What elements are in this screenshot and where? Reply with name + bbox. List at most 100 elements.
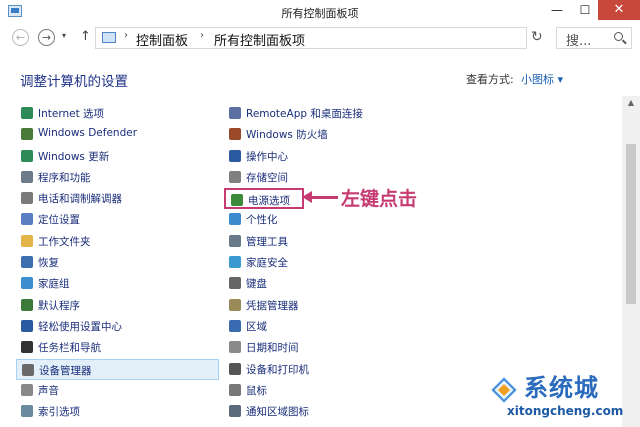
recent-locations-dropdown[interactable]: ▾ bbox=[62, 31, 66, 40]
refresh-button[interactable]: ↻ bbox=[531, 29, 543, 45]
control-panel-item[interactable]: 键盘 bbox=[224, 273, 474, 294]
admin-tools-icon bbox=[229, 234, 241, 247]
control-panel-item[interactable]: 设备管理器 bbox=[16, 358, 219, 380]
control-panel-item[interactable]: 默认程序 bbox=[16, 295, 219, 316]
region-icon bbox=[229, 319, 241, 332]
watermark-text: 系统城 bbox=[524, 374, 599, 402]
search-input[interactable]: 搜... bbox=[566, 30, 591, 49]
view-by-dropdown[interactable]: 小图标 ▾ bbox=[521, 71, 563, 87]
minimize-button[interactable]: — bbox=[543, 0, 571, 20]
control-panel-item-label: 设备管理器 bbox=[39, 364, 92, 377]
control-panel-icon bbox=[102, 32, 116, 43]
close-button[interactable]: ✕ bbox=[598, 0, 640, 20]
control-panel-item-label: 个性化 bbox=[246, 214, 278, 227]
items-column-right: RemoteApp 和桌面连接 Windows 防火墙 操作中心 存储空间 电源选项 个性… bbox=[224, 103, 474, 422]
breadcrumb-separator[interactable]: › bbox=[200, 30, 204, 41]
control-panel-item[interactable]: 工作文件夹 bbox=[16, 231, 219, 252]
control-panel-item-label: 操作中心 bbox=[246, 150, 288, 163]
control-panel-item[interactable]: 程序和功能 bbox=[16, 167, 219, 188]
control-panel-item-label: 家庭组 bbox=[38, 278, 70, 291]
control-panel-item[interactable]: 设备和打印机 bbox=[224, 359, 474, 380]
recovery-icon bbox=[21, 256, 33, 269]
flag-icon bbox=[229, 149, 241, 162]
search-box[interactable]: 搜... bbox=[556, 27, 632, 49]
control-panel-item[interactable]: Windows Defender bbox=[16, 124, 219, 145]
control-panel-item[interactable]: 轻松使用设置中心 bbox=[16, 316, 219, 337]
notification-icon bbox=[229, 405, 241, 418]
keyboard-icon bbox=[229, 277, 241, 290]
storage-icon bbox=[229, 170, 241, 183]
control-panel-item-label: 定位设置 bbox=[38, 214, 80, 227]
control-panel-item[interactable]: 鼠标 bbox=[224, 380, 474, 401]
control-panel-item-label: 程序和功能 bbox=[38, 171, 91, 184]
credential-icon bbox=[229, 298, 241, 311]
control-panel-item[interactable]: 家庭安全 bbox=[224, 252, 474, 273]
control-panel-item[interactable]: 区域 bbox=[224, 316, 474, 337]
control-panel-item-label: 通知区域图标 bbox=[246, 406, 309, 419]
control-panel-item[interactable]: Windows 防火墙 bbox=[224, 124, 474, 145]
programs-icon bbox=[21, 170, 33, 183]
control-panel-item[interactable]: 电话和调制解调器 bbox=[16, 188, 219, 209]
control-panel-item-label: 电源选项 bbox=[248, 195, 290, 208]
control-panel-item[interactable]: 通知区域图标 bbox=[224, 401, 474, 422]
globe-icon bbox=[21, 107, 33, 119]
location-icon bbox=[21, 213, 33, 226]
firewall-icon bbox=[229, 128, 241, 141]
phone-icon bbox=[21, 192, 33, 205]
control-panel-item-label: 设备和打印机 bbox=[246, 363, 309, 376]
device-manager-icon bbox=[22, 363, 34, 376]
watermark-logo-icon bbox=[490, 376, 518, 404]
control-panel-item[interactable]: Windows 更新 bbox=[16, 146, 219, 167]
search-icon[interactable] bbox=[614, 32, 623, 41]
control-panel-item[interactable]: 家庭组 bbox=[16, 273, 219, 294]
control-panel-item-label: RemoteApp 和桌面连接 bbox=[246, 108, 363, 120]
control-panel-item[interactable]: 个性化 bbox=[224, 209, 474, 230]
control-panel-item-label: 轻松使用设置中心 bbox=[38, 320, 122, 333]
control-panel-item[interactable]: 任务栏和导航 bbox=[16, 337, 219, 358]
power-icon bbox=[231, 194, 243, 207]
control-panel-item[interactable]: 凭据管理器 bbox=[224, 295, 474, 316]
control-panel-item[interactable]: 声音 bbox=[16, 380, 219, 401]
view-by-label: 查看方式: bbox=[466, 73, 514, 86]
printer-icon bbox=[229, 362, 241, 375]
address-bar[interactable]: › 控制面板 › 所有控制面板项 ▾ bbox=[95, 27, 610, 49]
control-panel-item[interactable]: 电源选项 bbox=[224, 188, 304, 210]
control-panel-item[interactable]: Internet 选项 bbox=[16, 103, 219, 124]
control-panel-item-label: 凭据管理器 bbox=[246, 299, 299, 312]
control-panel-item-label: 管理工具 bbox=[246, 235, 288, 248]
breadcrumb-separator[interactable]: › bbox=[124, 30, 128, 41]
control-panel-item-label: 日期和时间 bbox=[246, 342, 299, 355]
title-bar: 所有控制面板项 — ☐ ✕ bbox=[0, 0, 640, 24]
items-column-left: Internet 选项 Windows Defender Windows 更新程序和… bbox=[16, 103, 219, 422]
control-panel-item[interactable]: 恢复 bbox=[16, 252, 219, 273]
folder-icon bbox=[21, 234, 33, 247]
forward-button[interactable]: → bbox=[38, 29, 55, 46]
control-panel-item[interactable]: 定位设置 bbox=[16, 209, 219, 230]
castle-icon bbox=[21, 128, 33, 141]
vertical-scrollbar[interactable]: ▲ bbox=[622, 96, 640, 427]
taskbar-icon bbox=[21, 341, 33, 354]
control-panel-item[interactable]: RemoteApp 和桌面连接 bbox=[224, 103, 474, 124]
scroll-up-icon[interactable]: ▲ bbox=[622, 98, 640, 107]
up-button[interactable]: ↑ bbox=[80, 29, 91, 44]
control-panel-item-label: 默认程序 bbox=[38, 299, 80, 312]
control-panel-item-label: 家庭安全 bbox=[246, 257, 288, 270]
breadcrumb-all-items[interactable]: 所有控制面板项 bbox=[214, 30, 305, 49]
back-button[interactable]: ← bbox=[12, 29, 29, 46]
remoteapp-icon bbox=[229, 107, 241, 119]
scroll-thumb[interactable] bbox=[626, 144, 636, 304]
breadcrumb-control-panel[interactable]: 控制面板 bbox=[136, 30, 188, 49]
control-panel-item[interactable]: 日期和时间 bbox=[224, 337, 474, 358]
homegroup-icon bbox=[21, 277, 33, 290]
family-safety-icon bbox=[229, 256, 241, 269]
control-panel-item[interactable]: 索引选项 bbox=[16, 401, 219, 422]
control-panel-item-label: Windows 防火墙 bbox=[246, 129, 328, 142]
mouse-icon bbox=[229, 383, 241, 396]
control-panel-item-label: 任务栏和导航 bbox=[38, 342, 101, 355]
control-panel-item[interactable]: 操作中心 bbox=[224, 146, 474, 167]
control-panel-item-label: Internet 选项 bbox=[38, 108, 105, 120]
control-panel-item[interactable]: 管理工具 bbox=[224, 231, 474, 252]
maximize-button[interactable]: ☐ bbox=[571, 0, 599, 20]
control-panel-item-label: 键盘 bbox=[246, 278, 267, 291]
control-panel-item-label: 鼠标 bbox=[246, 384, 267, 397]
